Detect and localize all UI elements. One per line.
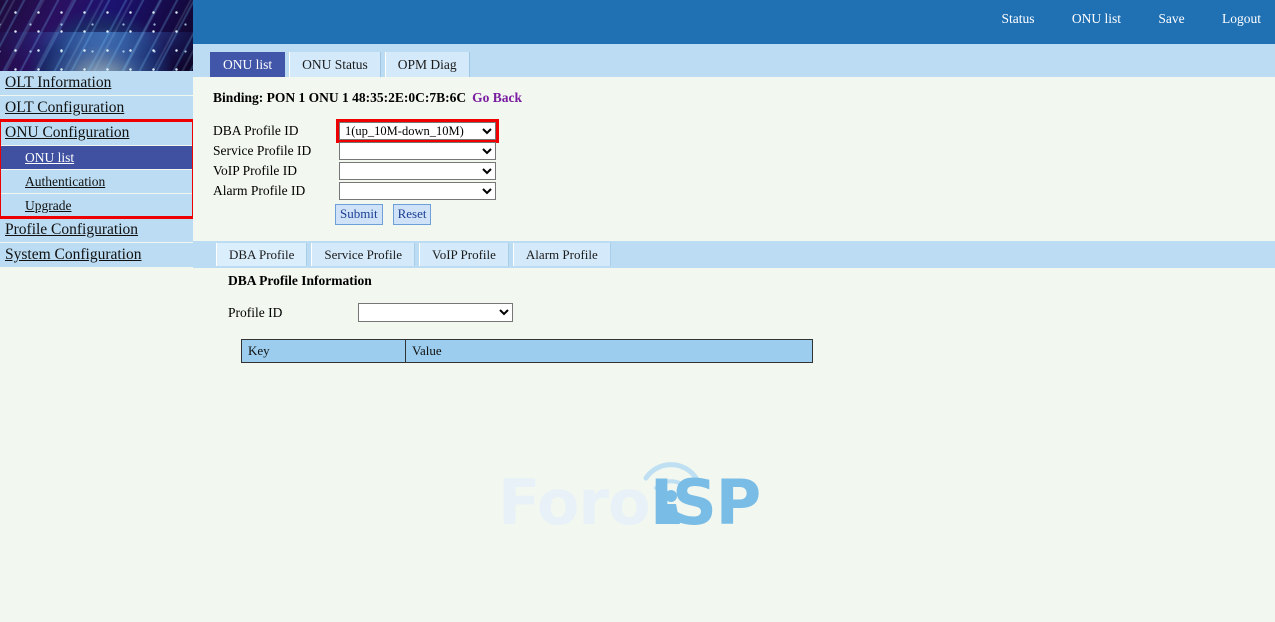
form-row-voip-profile-id: VoIP Profile ID <box>213 162 496 181</box>
sidebar: OLT Information OLT Configuration ONU Co… <box>0 0 193 622</box>
tab-voip-profile[interactable]: VoIP Profile <box>419 243 509 266</box>
sidebar-item-olt-configuration[interactable]: OLT Configuration <box>0 96 193 120</box>
sidebar-group-onu-configuration-annotated: ONU Configuration ONU list Authenticatio… <box>0 121 193 217</box>
label-dba-profile-id: DBA Profile ID <box>213 123 335 139</box>
profile-id-row: Profile ID <box>228 303 513 322</box>
panel-title: DBA Profile Information <box>228 273 372 289</box>
sidebar-item-upgrade[interactable]: Upgrade <box>0 194 193 217</box>
top-nav-onu-list[interactable]: ONU list <box>1072 11 1121 26</box>
top-nav-logout[interactable]: Logout <box>1222 11 1261 26</box>
tab-dba-profile[interactable]: DBA Profile <box>216 243 307 266</box>
banner-light-dots <box>0 0 193 71</box>
label-voip-profile-id: VoIP Profile ID <box>213 163 335 179</box>
form-row-dba-profile-id: DBA Profile ID 1(up_10M-down_10M) <box>213 122 496 141</box>
main-tab-strip: ONU list ONU Status OPM Diag <box>193 44 1275 77</box>
label-service-profile-id: Service Profile ID <box>213 143 335 159</box>
label-profile-id: Profile ID <box>228 305 354 321</box>
dba-profile-id-select[interactable]: 1(up_10M-down_10M) <box>339 122 496 140</box>
page-root: OLT Information OLT Configuration ONU Co… <box>0 0 1275 622</box>
alarm-profile-id-select[interactable] <box>339 182 496 200</box>
top-header-bar: Status ONU list Save Logout <box>193 0 1275 44</box>
main-content: Binding: PON 1 ONU 1 48:35:2E:0C:7B:6C Go… <box>193 77 1275 622</box>
sidebar-item-onu-configuration[interactable]: ONU Configuration <box>0 121 193 145</box>
tab-opm-diag[interactable]: OPM Diag <box>385 52 470 77</box>
key-value-table: Key Value <box>241 339 813 363</box>
form-row-service-profile-id: Service Profile ID <box>213 142 496 161</box>
sidebar-item-olt-information[interactable]: OLT Information <box>0 71 193 95</box>
sidebar-item-profile-configuration[interactable]: Profile Configuration <box>0 218 193 242</box>
voip-profile-id-select[interactable] <box>339 162 496 180</box>
binding-text: Binding: PON 1 ONU 1 48:35:2E:0C:7B:6C <box>213 90 466 105</box>
top-nav-links: Status ONU list Save Logout <box>967 11 1261 27</box>
tab-onu-list[interactable]: ONU list <box>210 52 285 77</box>
tab-alarm-profile[interactable]: Alarm Profile <box>513 243 611 266</box>
wifi-tower-icon <box>640 450 702 524</box>
key-value-table-head: Key Value <box>242 340 813 363</box>
profile-binding-form: DBA Profile ID 1(up_10M-down_10M) Servic… <box>213 122 496 225</box>
globe-fiber-banner-icon <box>0 0 193 71</box>
column-header-key: Key <box>242 340 406 363</box>
binding-info: Binding: PON 1 ONU 1 48:35:2E:0C:7B:6C Go… <box>213 90 522 106</box>
reset-button[interactable]: Reset <box>393 204 432 225</box>
sidebar-item-authentication[interactable]: Authentication <box>0 170 193 193</box>
tab-onu-status[interactable]: ONU Status <box>289 52 381 77</box>
foroisp-watermark: Foro ISP <box>498 450 788 550</box>
profile-tab-strip: DBA Profile Service Profile VoIP Profile… <box>193 241 1275 268</box>
column-header-value: Value <box>406 340 813 363</box>
go-back-link[interactable]: Go Back <box>472 90 522 105</box>
tab-service-profile[interactable]: Service Profile <box>311 243 415 266</box>
form-row-alarm-profile-id: Alarm Profile ID <box>213 182 496 201</box>
sidebar-item-onu-list[interactable]: ONU list <box>0 146 193 169</box>
service-profile-id-select[interactable] <box>339 142 496 160</box>
profile-id-select[interactable] <box>358 303 513 322</box>
submit-button[interactable]: Submit <box>335 204 383 225</box>
table-header-row: Key Value <box>242 340 813 363</box>
top-nav-status[interactable]: Status <box>1001 11 1034 26</box>
label-alarm-profile-id: Alarm Profile ID <box>213 183 335 199</box>
sidebar-item-system-configuration[interactable]: System Configuration <box>0 243 193 267</box>
watermark-text-primary: Foro <box>498 472 650 534</box>
watermark-text-accent: ISP <box>650 472 760 534</box>
top-nav-save[interactable]: Save <box>1158 11 1184 26</box>
form-buttons: Submit Reset <box>213 204 496 225</box>
